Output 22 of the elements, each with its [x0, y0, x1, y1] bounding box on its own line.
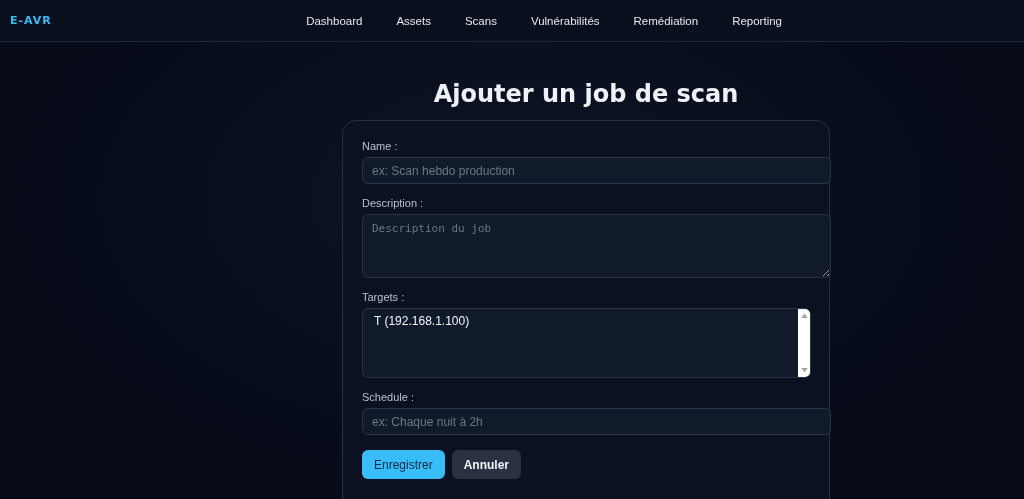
scroll-down-icon[interactable]: [800, 368, 808, 373]
nav-link[interactable]: Dashboard: [306, 14, 363, 27]
target-option[interactable]: T (192.168.1.100): [363, 313, 798, 329]
text-field[interactable]: ex: Chaque nuit à 2h: [362, 408, 831, 435]
nav-link[interactable]: Reporting: [732, 14, 782, 27]
nav-link[interactable]: Scans: [464, 14, 497, 27]
text-field[interactable]: ex: Scan hebdo production: [362, 157, 831, 184]
field-label: Schedule :: [362, 391, 415, 403]
description-field[interactable]: Description du job: [362, 214, 831, 278]
nav-link[interactable]: Remédiation: [633, 14, 699, 27]
field-label: Description :: [362, 197, 425, 209]
brand-logo[interactable]: E-AVR: [10, 14, 52, 27]
page-title: Ajouter un job de scan: [432, 80, 740, 108]
save-button[interactable]: Enregistrer: [362, 450, 445, 479]
cancel-button[interactable]: Annuler: [451, 450, 522, 479]
field-label: Targets :: [362, 291, 406, 303]
scroll-up-icon[interactable]: [800, 313, 808, 318]
scrollbar[interactable]: [798, 309, 810, 377]
targets-listbox[interactable]: T (192.168.1.100): [362, 308, 811, 378]
nav-link[interactable]: Vulnérabilités: [530, 14, 600, 27]
field-label: Name :: [362, 140, 399, 152]
nav-link[interactable]: Assets: [396, 14, 431, 27]
